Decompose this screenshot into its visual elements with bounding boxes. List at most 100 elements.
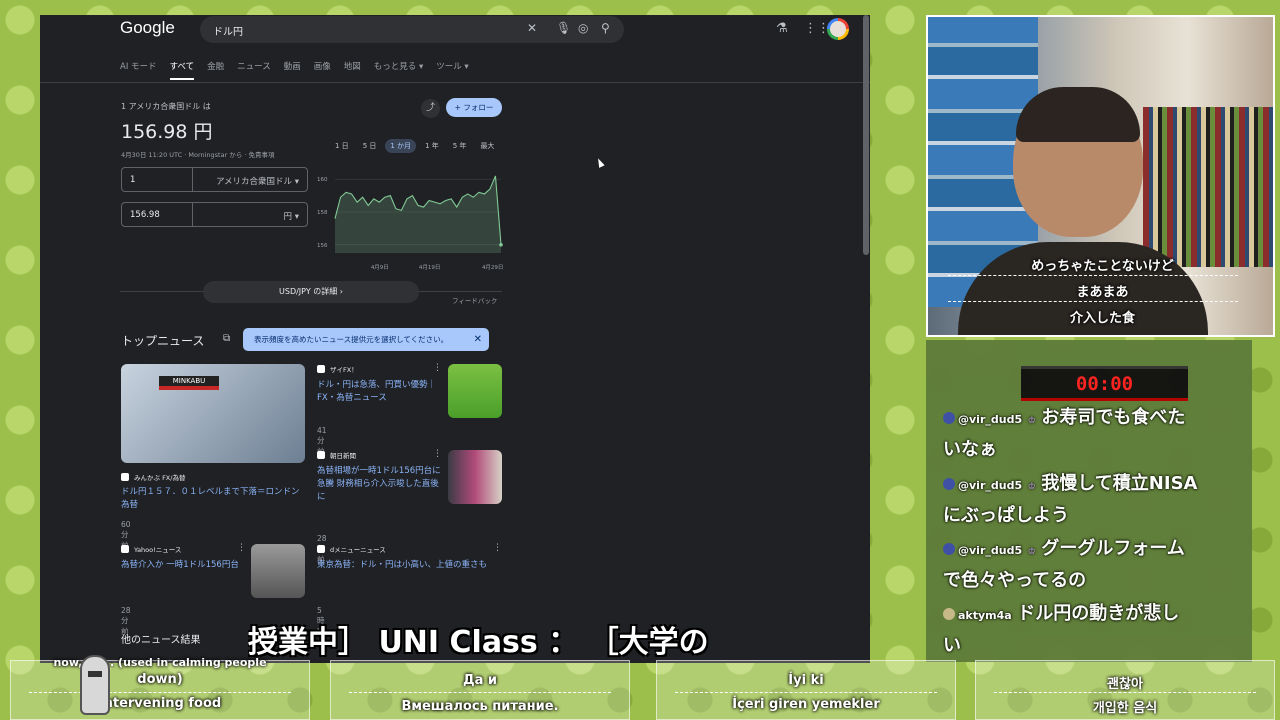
search-header: Google ドル円 ✕ 🎙 ◎ ⚲ ⚗ ⋮⋮ [40,15,870,45]
to-currency-field[interactable]: 156.98 円 ▾ [121,202,308,227]
search-input[interactable]: ドル円 ✕ 🎙 ◎ ⚲ [200,16,624,43]
y-tick-label: 156 [317,243,328,249]
subtitle-line: İçeri giren yemekler [732,697,880,712]
bookshelf [1143,107,1273,267]
range-5d[interactable]: 5 日 [358,139,382,153]
more-news-link[interactable]: 他のニュース結果 [121,631,201,646]
news-thumbnail[interactable]: MINKABU [121,364,305,463]
tab-maps[interactable]: 地図 [344,60,361,80]
subtitle-line: Вмешалось питание. [401,699,559,714]
subtitle-divider [675,692,937,693]
y-tick-label: 160 [317,177,328,183]
tab-news[interactable]: ニュース [237,60,271,80]
browser-window: Google ドル円 ✕ 🎙 ◎ ⚲ ⚗ ⋮⋮ AI モード すべて 金融 ニュ… [40,15,870,663]
subtitle-line: now, no... (used in calming people [53,656,267,669]
news-thumbnail[interactable] [448,364,502,418]
converter-meta: 4月30日 11:20 UTC · Morningstar から · 免責事項 [121,151,275,159]
webcam-subtitle: めっちゃたことないけど [1031,259,1174,274]
page-scrollbar[interactable] [863,15,869,255]
to-unit-select[interactable]: 円 ▾ [284,210,299,222]
chat-message: @vir_dud5 ♔ お寿司でも食べた いなぁ [943,402,1243,466]
field-separator [192,168,193,191]
chat-text: グーグルフォーム [1041,538,1185,559]
range-selector: 1 日 5 日 1 か月 1 年 5 年 最大 [330,139,503,153]
tab-videos[interactable]: 動画 [284,60,301,80]
chat-user: @vir_dud5 [958,413,1023,426]
thumbnail-logo: MINKABU [159,376,219,386]
usd-jpy-detail-button[interactable]: USD/JPY の詳細 › [203,281,419,303]
more-options-icon[interactable]: ⋮ [237,543,246,553]
search-query[interactable]: ドル円 [213,23,243,38]
news-tip-banner: 表示頻度を高めたいニュース提供元を選択してください。 ✕ [243,328,489,351]
range-1y[interactable]: 1 年 [420,139,444,153]
search-icon[interactable]: ⚲ [601,21,610,35]
news-headline[interactable]: ドル・円は急落、円買い優勢｜FX・為替ニュース [317,379,443,405]
follow-button[interactable]: + フォロー [446,98,502,117]
x-tick-label: 4月19日 [419,264,441,271]
more-options-icon[interactable]: ⋮ [493,543,502,553]
news-thumbnail[interactable] [448,450,502,504]
chat-text: 我慢して積立NISA [1041,473,1198,494]
tab-images[interactable]: 画像 [314,60,331,80]
range-1d[interactable]: 1 日 [330,139,354,153]
mouse-cursor [595,157,605,168]
from-unit-select[interactable]: アメリカ合衆国ドル ▾ [216,175,299,187]
account-avatar[interactable] [827,18,849,40]
search-tabs: AI モード すべて 金融 ニュース 動画 画像 地図 もっと見る ▾ ツール … [120,60,482,80]
news-headline[interactable]: ドル円１５７．０１レベルまで下落＝ロンドン為替 [121,486,305,512]
chat-text: いなぁ [943,439,997,460]
labs-icon[interactable]: ⚗ [776,21,788,36]
lens-icon[interactable]: ◎ [578,21,588,35]
tab-ai-mode[interactable]: AI モード [120,60,157,80]
thumbnail-stripe [159,386,219,390]
chat-text: で色々やってるの [943,570,1087,591]
timer-display: 00:00 [1021,366,1188,401]
to-amount[interactable]: 156.98 [130,210,160,220]
news-headline[interactable]: 為替介入か 一時1ドル156円台 [121,559,243,572]
converter-label: 1 アメリカ合衆国ドル は [121,102,211,111]
feedback-link[interactable]: フィードバック [452,295,497,305]
x-tick-label: 4月9日 [371,264,389,271]
webcam-subtitle: 介入した食 [1069,311,1135,326]
range-1m[interactable]: 1 か月 [385,139,417,153]
share-icon[interactable]: ⤴ [421,99,440,118]
more-options-icon[interactable]: ⋮ [433,363,442,373]
news-thumbnail[interactable] [251,544,305,598]
converter-value: 156.98 円 [121,121,213,143]
subtitle-divider [29,692,291,693]
from-amount[interactable]: 1 [130,175,135,185]
chart-area [335,175,501,253]
x-tick-label: 4月29日 [482,264,504,271]
range-max[interactable]: 最大 [475,139,499,153]
user-avatar [943,478,955,490]
chat-text: ドル円の動きが悲し [1017,603,1180,624]
streamer-hair [1016,87,1140,142]
google-logo[interactable]: Google [120,18,175,38]
more-options-icon[interactable]: ⋮ [433,449,442,459]
from-currency-field[interactable]: 1 アメリカ合衆国ドル ▾ [121,167,308,192]
mic-icon[interactable]: 🎙 [556,21,571,35]
member-badge-icon: ♔ [1027,547,1036,557]
subtitle-divider [994,692,1256,693]
user-avatar [943,543,955,555]
news-source: 朝日新聞 [317,450,356,460]
tab-all[interactable]: すべて [169,60,195,80]
range-5y[interactable]: 5 年 [448,139,472,153]
chat-text: にぶっぱしよう [943,505,1069,526]
clear-icon[interactable]: ✕ [527,21,537,35]
exchange-rate-chart[interactable]: 160 158 156 4月9日 4月19日 4月29日 [315,165,505,273]
chat-message: aktym4a ドル円の動きが悲し い [943,598,1243,662]
subtitle-line: İyi ki [788,673,824,688]
news-source: Yahoo!ニュース [121,544,181,554]
tab-more[interactable]: もっと見る ▾ [374,60,423,80]
chat-text: い [943,635,961,656]
copy-icon[interactable]: ⧉ [223,333,230,344]
news-headline[interactable]: 為替相場が一時1ドル156円台に急騰 財務相ら介入示唆した直後に [317,465,443,504]
close-icon[interactable]: ✕ [474,328,482,351]
subtitle-box-korean: 괜찮아 개입한 음식 [975,660,1275,720]
subtitle-line: Да и [463,673,497,688]
subtitle-line: Intervening food [98,696,222,711]
news-headline[interactable]: 東京為替：ドル・円は小高い、上値の重さも [317,559,503,572]
tab-finance[interactable]: 金融 [207,60,224,80]
tab-tools[interactable]: ツール ▾ [436,60,468,80]
